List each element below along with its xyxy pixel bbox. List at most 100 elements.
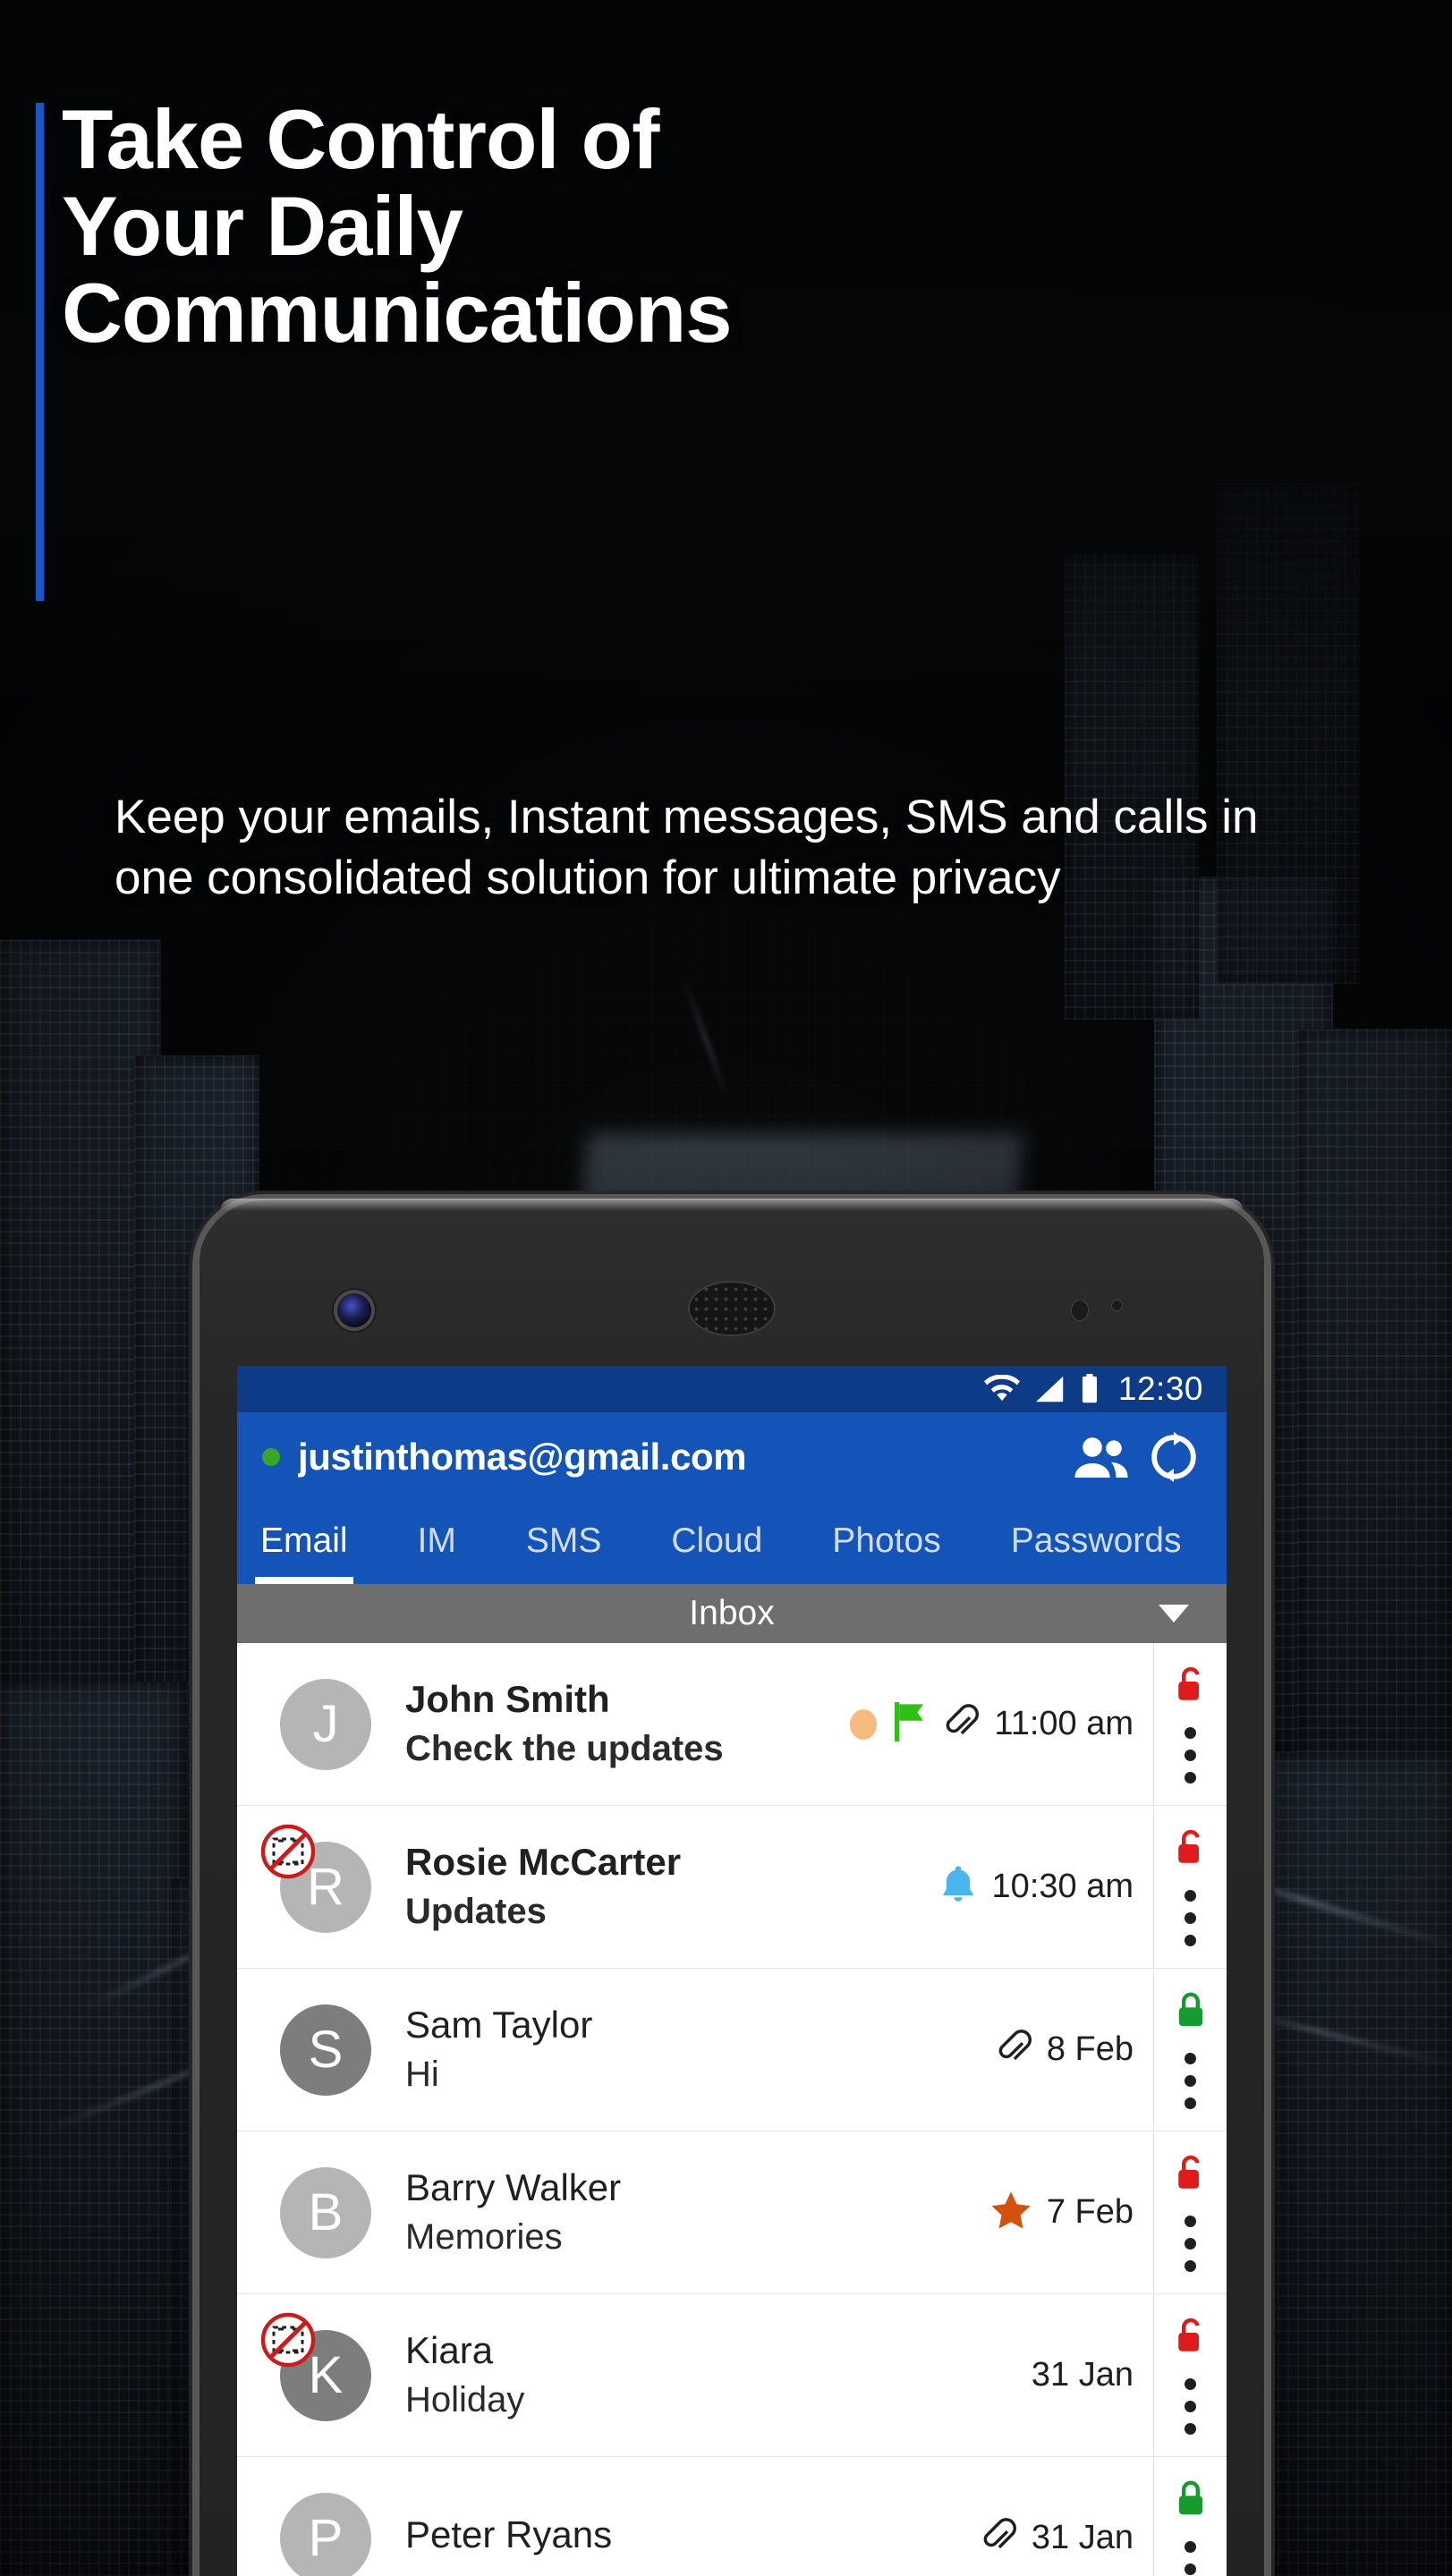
contacts-icon[interactable] <box>1073 1435 1130 1479</box>
email-sender: John Smith <box>405 1677 610 1720</box>
email-subject: Hi <box>405 2055 439 2095</box>
tab-email[interactable]: Email <box>255 1521 353 1584</box>
email-subject: Check the updates <box>405 1729 724 1769</box>
email-texts: Sam Taylor Hi <box>405 2004 996 2096</box>
attachment-icon <box>996 2029 1032 2070</box>
email-subject: Updates <box>405 1892 547 1932</box>
avatar-wrap: S <box>280 2004 371 2096</box>
email-texts: Rosie McCarter Updates <box>405 1841 939 1933</box>
proximity-sensor-icon <box>1072 1301 1088 1320</box>
email-date: 31 Jan <box>1031 2519 1134 2556</box>
hero-subtitle: Keep your emails, Instant messages, SMS … <box>115 791 1259 904</box>
avatar: S <box>280 2004 371 2096</box>
table-row[interactable]: S Sam Taylor Hi 8 Feb <box>237 1969 1227 2131</box>
table-row[interactable]: R Rosie McCarter Updates 10:30 am <box>237 1806 1227 1969</box>
overflow-menu-icon[interactable] <box>1185 1889 1196 1946</box>
email-sender: Barry Walker <box>405 2165 622 2208</box>
unlocked-icon[interactable] <box>1176 2154 1206 2196</box>
tab-cloud[interactable]: Cloud <box>671 1521 762 1584</box>
avatar: B <box>280 2166 371 2258</box>
light-sensor-icon <box>1112 1301 1122 1310</box>
avatar-wrap: K <box>260 2312 371 2421</box>
overflow-menu-icon[interactable] <box>1185 1726 1196 1784</box>
attachment-icon <box>943 1704 980 1744</box>
avatar: J <box>280 1678 371 1770</box>
avatar-wrap: B <box>280 2166 371 2258</box>
email-meta: 31 Jan <box>981 2518 1153 2558</box>
chevron-down-icon[interactable] <box>1159 1605 1189 1623</box>
email-meta: 31 Jan <box>1032 2356 1153 2394</box>
email-meta: 10:30 am <box>939 1864 1153 1910</box>
status-dot-icon <box>850 1708 878 1740</box>
overflow-menu-icon[interactable] <box>1185 2052 1196 2109</box>
email-sender: Rosie McCarter <box>405 1840 682 1883</box>
tab-sms[interactable]: SMS <box>526 1521 602 1584</box>
row-actions <box>1153 2294 1227 2456</box>
flag-icon <box>892 1702 928 1746</box>
avatar-wrap: R <box>260 1824 371 1933</box>
signal-icon <box>1034 1375 1066 1403</box>
email-date: 10:30 am <box>991 1868 1134 1905</box>
tab-bar: Email IM SMS Cloud Photos Passwords <box>237 1502 1227 1584</box>
battery-icon <box>1080 1374 1100 1404</box>
locked-icon[interactable] <box>1176 1991 1206 2033</box>
overflow-menu-icon[interactable] <box>1185 2540 1196 2576</box>
headline-line-2-regular: Your <box>62 178 267 273</box>
attachment-icon <box>981 2518 1016 2558</box>
star-icon <box>990 2190 1032 2235</box>
headline-line-2: Your Daily <box>62 182 1100 270</box>
email-texts: Peter Ryans <box>405 2513 981 2563</box>
locked-icon[interactable] <box>1176 2479 1206 2521</box>
tab-photos[interactable]: Photos <box>832 1521 940 1584</box>
folder-selector[interactable]: Inbox <box>237 1584 1227 1643</box>
avatar-wrap: J <box>280 1678 371 1770</box>
no-screenshot-icon <box>260 2312 316 2368</box>
email-meta: 8 Feb <box>996 2029 1153 2070</box>
status-bar: 12:30 <box>237 1366 1227 1412</box>
unlocked-icon[interactable] <box>1176 1665 1206 1707</box>
unlocked-icon[interactable] <box>1176 2317 1206 2359</box>
tab-passwords[interactable]: Passwords <box>1011 1521 1182 1584</box>
email-sender: Sam Taylor <box>405 2003 593 2046</box>
email-subject: Holiday <box>405 2380 525 2420</box>
headline-line-1: Take Control of <box>62 92 659 186</box>
row-actions <box>1153 2131 1227 2293</box>
row-actions <box>1153 1969 1227 2131</box>
email-texts: Barry Walker Memories <box>405 2166 990 2258</box>
email-subject: Memories <box>405 2217 563 2258</box>
unlocked-icon[interactable] <box>1176 1828 1206 1870</box>
bell-icon <box>939 1864 977 1910</box>
tab-im[interactable]: IM <box>418 1521 456 1584</box>
row-actions <box>1153 2457 1227 2576</box>
email-date: 7 Feb <box>1046 2193 1134 2231</box>
email-sender: Peter Ryans <box>405 2512 613 2555</box>
table-row[interactable]: P Peter Ryans 31 Jan <box>237 2457 1227 2576</box>
email-sender: Kiara <box>405 2328 494 2371</box>
accent-bar <box>36 103 44 601</box>
front-camera-icon <box>337 1293 371 1327</box>
table-row[interactable]: J John Smith Check the updates 11:00 am <box>237 1643 1227 1806</box>
app-bar: justinthomas@gmail.com <box>237 1412 1227 1502</box>
email-meta: 11:00 am <box>850 1702 1153 1746</box>
email-meta: 7 Feb <box>990 2190 1153 2235</box>
avatar: P <box>280 2492 371 2576</box>
phone-bezel-highlight <box>219 1199 1244 1211</box>
headline-line-3: Communications <box>62 265 733 360</box>
promo-screenshot: Take Control of Your Daily Communication… <box>0 0 1452 2576</box>
wifi-icon <box>983 1375 1021 1403</box>
table-row[interactable]: B Barry Walker Memories 7 Feb <box>237 2131 1227 2294</box>
row-actions <box>1153 1643 1227 1805</box>
headline-line-2-bold: Daily <box>266 178 463 273</box>
email-date: 8 Feb <box>1046 2030 1134 2068</box>
no-screenshot-icon <box>260 1824 316 1879</box>
phone-mockup: 12:30 justinthomas@gmail.com Email IM SM… <box>199 1199 1265 2576</box>
sync-icon[interactable] <box>1148 1431 1200 1483</box>
folder-label: Inbox <box>689 1594 775 1632</box>
avatar-wrap: P <box>280 2492 371 2576</box>
table-row[interactable]: K Kiara Holiday 31 Jan <box>237 2294 1227 2457</box>
email-date: 31 Jan <box>1031 2356 1134 2394</box>
overflow-menu-icon[interactable] <box>1185 2377 1196 2435</box>
page-title: Take Control of Your Daily Communication… <box>62 92 1100 360</box>
email-texts: Kiara Holiday <box>405 2329 1032 2421</box>
overflow-menu-icon[interactable] <box>1185 2215 1196 2272</box>
